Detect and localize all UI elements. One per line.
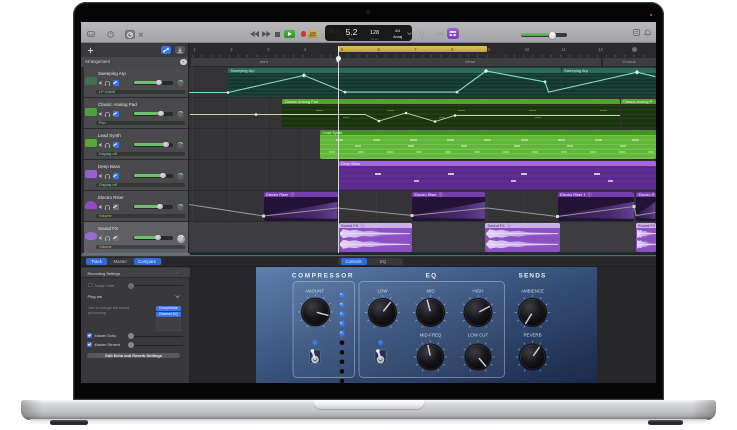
svg-text:EQ: EQ [426,272,438,279]
svg-text:HIGH: HIGH [473,288,484,293]
svg-text:REVERB: REVERB [523,332,541,337]
svg-text:AMBIENCE: AMBIENCE [521,288,544,293]
svg-text:MID: MID [426,288,434,293]
svg-text:COMPRESSOR: COMPRESSOR [292,272,354,279]
svg-text:SENDS: SENDS [518,272,546,279]
svg-text:LOW: LOW [377,288,388,293]
svg-text:AMOUNT: AMOUNT [305,288,324,293]
svg-text:MID-FREQ: MID-FREQ [420,332,442,337]
svg-text:LOW CUT: LOW CUT [468,332,489,337]
